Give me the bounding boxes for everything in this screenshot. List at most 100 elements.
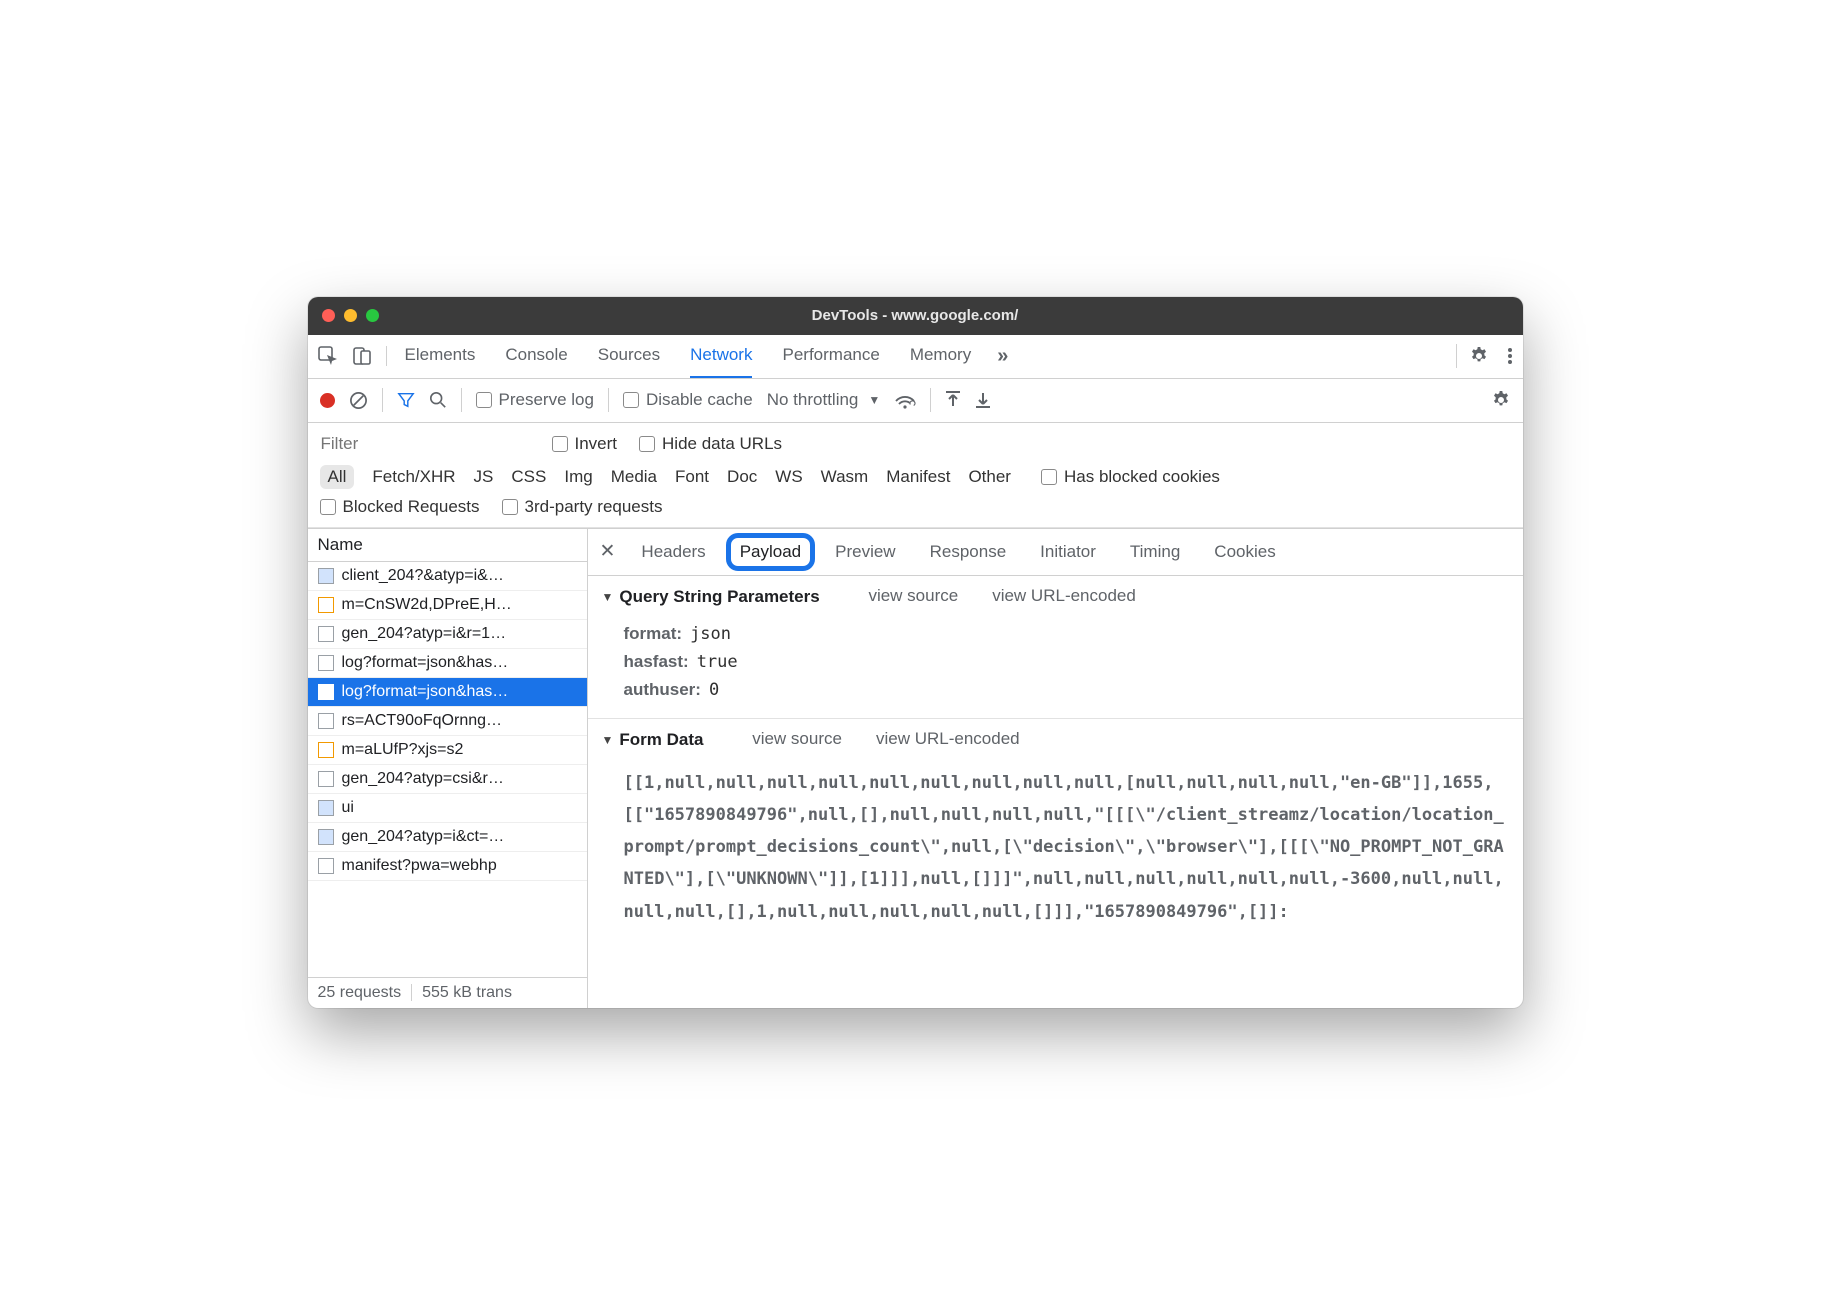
annotation-highlight-box bbox=[726, 533, 815, 571]
request-list-body: client_204?&atyp=i&… m=CnSW2d,DPreE,H… gen… bbox=[308, 562, 587, 977]
main-tab-memory[interactable]: Memory bbox=[910, 335, 971, 378]
query-param-value: true bbox=[697, 652, 738, 672]
query-param-row: format:json bbox=[624, 620, 1509, 648]
query-param-row: authuser:0 bbox=[624, 676, 1509, 704]
view-url-encoded-link[interactable]: view URL-encoded bbox=[876, 729, 1020, 749]
network-conditions-icon[interactable] bbox=[894, 391, 916, 409]
filter-input[interactable] bbox=[320, 431, 530, 457]
preserve-log-label: Preserve log bbox=[499, 390, 594, 410]
disable-cache-checkbox[interactable]: Disable cache bbox=[623, 390, 753, 410]
type-chip-ws[interactable]: WS bbox=[775, 467, 802, 487]
request-row-label: log?format=json&has… bbox=[342, 654, 509, 672]
type-chip-img[interactable]: Img bbox=[564, 467, 592, 487]
network-content: Name client_204?&atyp=i&… m=CnSW2d,DPreE,… bbox=[308, 528, 1523, 1008]
request-row[interactable]: log?format=json&has… bbox=[308, 678, 587, 707]
query-param-value: 0 bbox=[709, 680, 719, 700]
type-chip-doc[interactable]: Doc bbox=[727, 467, 757, 487]
invert-checkbox[interactable]: Invert bbox=[552, 434, 618, 454]
request-count: 25 requests bbox=[318, 984, 413, 1001]
more-tabs-icon[interactable]: » bbox=[997, 345, 1009, 368]
request-row[interactable]: manifest?pwa=webhp bbox=[308, 852, 587, 881]
request-row[interactable]: gen_204?atyp=i&r=1… bbox=[308, 620, 587, 649]
request-list-header[interactable]: Name bbox=[308, 529, 587, 562]
view-source-link[interactable]: view source bbox=[868, 586, 958, 606]
document-resource-icon bbox=[318, 626, 334, 642]
type-chip-wasm[interactable]: Wasm bbox=[821, 467, 869, 487]
kebab-menu-icon[interactable] bbox=[1507, 346, 1513, 366]
type-chip-manifest[interactable]: Manifest bbox=[886, 467, 950, 487]
form-data-section-title[interactable]: ▼ Form Data bbox=[602, 730, 704, 750]
resource-type-chips: All Fetch/XHR JS CSS Img Media Font Doc WS Wasm Ma… bbox=[320, 465, 1511, 489]
request-row[interactable]: rs=ACT90oFqOrnng… bbox=[308, 707, 587, 736]
has-blocked-cookies-checkbox[interactable]: Has blocked cookies bbox=[1041, 467, 1220, 487]
query-param-key: format: bbox=[624, 624, 683, 644]
throttling-select[interactable]: No throttling ▼ bbox=[767, 390, 881, 410]
main-tab-sources[interactable]: Sources bbox=[598, 335, 660, 378]
type-chip-media[interactable]: Media bbox=[611, 467, 657, 487]
detail-tab-initiator[interactable]: Initiator bbox=[1040, 542, 1096, 562]
main-tab-performance[interactable]: Performance bbox=[782, 335, 879, 378]
filter-funnel-icon[interactable] bbox=[397, 391, 415, 409]
detail-tab-preview[interactable]: Preview bbox=[835, 542, 895, 562]
query-params-list: format:jsonhasfast:trueauthuser:0 bbox=[588, 616, 1523, 716]
preserve-log-checkbox[interactable]: Preserve log bbox=[476, 390, 594, 410]
request-row[interactable]: m=CnSW2d,DPreE,H… bbox=[308, 591, 587, 620]
request-row-label: m=aLUfP?xjs=s2 bbox=[342, 741, 464, 759]
detail-tab-response[interactable]: Response bbox=[930, 542, 1007, 562]
request-row[interactable]: m=aLUfP?xjs=s2 bbox=[308, 736, 587, 765]
inspect-element-icon[interactable] bbox=[318, 346, 338, 366]
settings-gear-icon[interactable] bbox=[1469, 346, 1489, 366]
throttling-value: No throttling bbox=[767, 390, 859, 410]
record-button[interactable] bbox=[320, 393, 335, 408]
document-resource-icon bbox=[318, 713, 334, 729]
detail-tab-payload[interactable]: Payload bbox=[740, 542, 801, 562]
type-chip-css[interactable]: CSS bbox=[511, 467, 546, 487]
query-params-section-title[interactable]: ▼ Query String Parameters bbox=[602, 587, 820, 607]
main-tabs: Elements Console Sources Network Performance… bbox=[405, 335, 972, 378]
download-har-icon[interactable] bbox=[975, 391, 991, 409]
invert-label: Invert bbox=[575, 434, 618, 454]
request-row[interactable]: client_204?&atyp=i&… bbox=[308, 562, 587, 591]
window-title: DevTools - www.google.com/ bbox=[308, 307, 1523, 324]
close-detail-icon[interactable]: ✕ bbox=[600, 540, 616, 563]
detail-tab-cookies[interactable]: Cookies bbox=[1214, 542, 1275, 562]
disclosure-triangle-icon: ▼ bbox=[602, 590, 614, 604]
type-chip-fetchxhr[interactable]: Fetch/XHR bbox=[372, 467, 455, 487]
traffic-lights bbox=[322, 309, 379, 322]
request-row-label: m=CnSW2d,DPreE,H… bbox=[342, 596, 512, 614]
device-toggle-icon[interactable] bbox=[352, 346, 372, 366]
minimize-window-button[interactable] bbox=[344, 309, 357, 322]
detail-tab-headers[interactable]: Headers bbox=[641, 542, 705, 562]
payload-body: ▼ Query String Parameters view source vi… bbox=[588, 576, 1523, 1008]
main-tab-console[interactable]: Console bbox=[505, 335, 567, 378]
filter-bar: Invert Hide data URLs All Fetch/XHR JS CSS I… bbox=[308, 423, 1523, 528]
type-chip-all[interactable]: All bbox=[320, 465, 355, 489]
detail-tab-timing[interactable]: Timing bbox=[1130, 542, 1180, 562]
network-settings-gear-icon[interactable] bbox=[1491, 390, 1511, 410]
document-resource-icon bbox=[318, 684, 334, 700]
clear-icon[interactable] bbox=[349, 391, 368, 410]
request-row[interactable]: ui bbox=[308, 794, 587, 823]
upload-har-icon[interactable] bbox=[945, 391, 961, 409]
main-tab-elements[interactable]: Elements bbox=[405, 335, 476, 378]
view-source-link[interactable]: view source bbox=[752, 729, 842, 749]
third-party-requests-checkbox[interactable]: 3rd-party requests bbox=[502, 497, 663, 517]
type-chip-js[interactable]: JS bbox=[474, 467, 494, 487]
maximize-window-button[interactable] bbox=[366, 309, 379, 322]
hide-data-urls-checkbox[interactable]: Hide data URLs bbox=[639, 434, 782, 454]
request-row[interactable]: log?format=json&has… bbox=[308, 649, 587, 678]
document-resource-icon bbox=[318, 655, 334, 671]
close-window-button[interactable] bbox=[322, 309, 335, 322]
network-toolbar: Preserve log Disable cache No throttling… bbox=[308, 379, 1523, 423]
blocked-requests-checkbox[interactable]: Blocked Requests bbox=[320, 497, 480, 517]
main-tab-network[interactable]: Network bbox=[690, 335, 752, 378]
detail-tabs: ✕ Headers Payload Preview Response Initiator… bbox=[588, 529, 1523, 576]
search-icon[interactable] bbox=[429, 391, 447, 409]
image-resource-icon bbox=[318, 829, 334, 845]
view-url-encoded-link[interactable]: view URL-encoded bbox=[992, 586, 1136, 606]
request-row[interactable]: gen_204?atyp=i&ct=… bbox=[308, 823, 587, 852]
type-chip-font[interactable]: Font bbox=[675, 467, 709, 487]
script-resource-icon bbox=[318, 742, 334, 758]
type-chip-other[interactable]: Other bbox=[968, 467, 1011, 487]
request-row[interactable]: gen_204?atyp=csi&r… bbox=[308, 765, 587, 794]
